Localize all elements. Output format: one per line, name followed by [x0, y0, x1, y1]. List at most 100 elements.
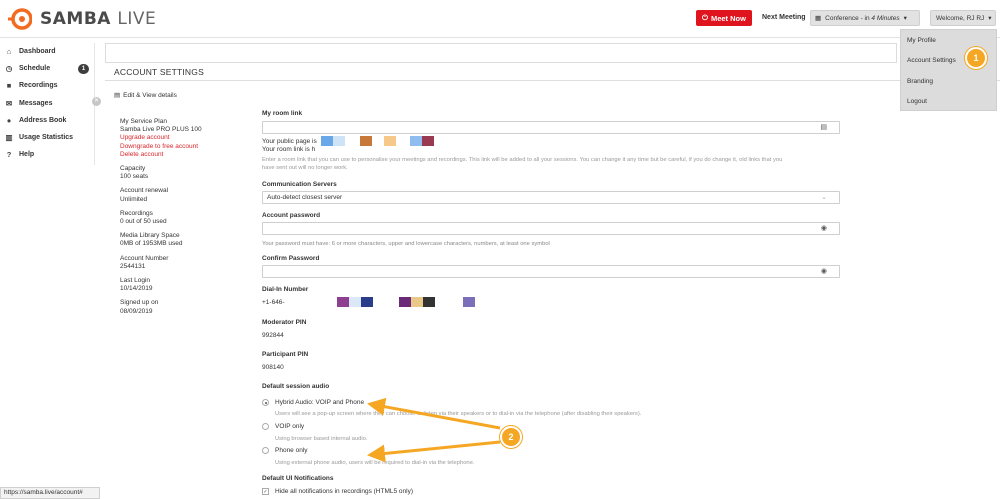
- redaction-swatch: [321, 136, 333, 146]
- signed-up-label: Signed up on: [120, 299, 159, 307]
- power-icon: ⏻: [702, 13, 708, 22]
- sidebar-item-label: Recordings: [19, 82, 58, 90]
- moderator-pin-value: 992844: [262, 332, 284, 339]
- radio-button[interactable]: [262, 399, 269, 406]
- top-bar: SAMBA LIVE ⏻ Meet Now Next Meeting ▦ Con…: [0, 0, 1000, 38]
- hide-notifications-label: Hide all notifications in recordings (HT…: [275, 488, 414, 495]
- clock-icon: ◷: [5, 64, 13, 74]
- settings-grid-icon: ▤: [114, 92, 121, 99]
- room-link-label: My room link: [262, 110, 303, 117]
- meet-now-label: Meet Now: [710, 13, 746, 23]
- room-link-help-line-1: Enter a room link that you can use to pe…: [262, 157, 783, 163]
- redaction-swatch: [349, 297, 361, 307]
- comm-servers-select[interactable]: Auto-detect closest server ⌄: [262, 191, 840, 204]
- checkbox[interactable]: ✓: [262, 488, 269, 495]
- service-plan-value: Samba Live PRO PLUS 100: [120, 126, 202, 134]
- room-link-text: Your room link is h: [262, 146, 316, 153]
- status-bar-url: https://samba.live/account#: [0, 487, 100, 499]
- dialin-label: Dial-In Number: [262, 286, 309, 293]
- audio-option-hybrid[interactable]: Hybrid Audio: VOIP and Phone: [262, 399, 364, 406]
- capacity-label: Capacity: [120, 165, 146, 173]
- comm-servers-label: Communication Servers: [262, 181, 337, 188]
- confirm-password-input[interactable]: ◉: [262, 265, 840, 278]
- room-link-help-line-2: have sent out will no longer work.: [262, 165, 348, 171]
- redaction-swatch: [384, 136, 396, 146]
- redaction-swatch: [411, 297, 423, 307]
- redaction-swatch: [422, 136, 434, 146]
- audio-option-help: Using browser based internal audio.: [275, 436, 368, 442]
- dialin-value: +1-646-: [262, 299, 285, 306]
- home-icon: ⌂: [6, 47, 12, 57]
- video-camera-icon: ■: [6, 81, 12, 91]
- room-link-input[interactable]: ▤: [262, 121, 840, 134]
- logo-mark-icon: [8, 7, 33, 31]
- audio-option-phone[interactable]: Phone only: [262, 447, 308, 454]
- sidebar-item-messages[interactable]: ✉ Messages: [0, 95, 94, 112]
- hide-notifications-checkbox-row[interactable]: ✓ Hide all notifications in recordings (…: [262, 488, 413, 495]
- account-renewal-label: Account renewal: [120, 187, 169, 195]
- eye-icon[interactable]: ◉: [821, 267, 827, 275]
- redaction-swatch: [410, 136, 422, 146]
- participant-pin-value: 908140: [262, 364, 284, 371]
- conference-text: Conference - in 4 Minutes: [825, 15, 899, 22]
- account-renewal-value: Unlimited: [120, 195, 148, 203]
- upgrade-account-link[interactable]: Upgrade account: [120, 134, 250, 142]
- delete-account-link[interactable]: Delete account: [120, 151, 250, 159]
- menu-item-logout[interactable]: Logout: [901, 92, 996, 113]
- schedule-count-badge: 1: [78, 64, 89, 75]
- question-icon: ?: [6, 150, 12, 160]
- sidebar-item-address-book[interactable]: ● Address Book: [0, 112, 94, 129]
- last-login-label: Last Login: [120, 277, 150, 285]
- sidebar-item-dashboard[interactable]: ⌂ Dashboard: [0, 43, 94, 60]
- calendar-icon: ▦: [815, 15, 822, 22]
- radio-button[interactable]: [262, 447, 269, 454]
- next-meeting-label: Next Meeting: [762, 14, 806, 21]
- audio-option-voip[interactable]: VOIP only: [262, 423, 304, 430]
- audio-option-help: Using external phone audio, users will b…: [275, 460, 475, 466]
- meet-now-button[interactable]: ⏻ Meet Now: [696, 10, 752, 26]
- audio-option-label: Hybrid Audio: VOIP and Phone: [275, 399, 365, 406]
- room-link-help: Enter a room link that you can use to pe…: [262, 156, 842, 172]
- sidebar-item-label: Messages: [19, 99, 53, 107]
- content-top-bar: [105, 43, 897, 63]
- sidebar-item-label: Help: [19, 151, 35, 159]
- divider: [105, 80, 1000, 81]
- downgrade-account-link[interactable]: Downgrade to free account: [120, 143, 250, 151]
- redaction-swatch: [463, 297, 475, 307]
- redaction-swatch: [333, 136, 345, 146]
- audio-option-label: Phone only: [275, 447, 308, 454]
- redaction-swatch: [361, 297, 373, 307]
- profile-dropdown-menu: My Profile Account Settings Branding Log…: [900, 29, 997, 111]
- bar-chart-icon: ▥: [5, 133, 13, 143]
- sidebar-item-recordings[interactable]: ■ Recordings: [0, 77, 94, 94]
- media-library-label: Media Library Space: [120, 232, 180, 240]
- collapse-sidebar-icon[interactable]: ✕: [92, 97, 101, 106]
- conference-time: 4 Minutes: [871, 14, 900, 22]
- sidebar-item-label: Address Book: [19, 116, 67, 124]
- radio-button[interactable]: [262, 423, 269, 430]
- welcome-user-dropdown[interactable]: Welcome, RJ RJ ▾: [930, 10, 996, 26]
- edit-view-label: Edit & View details: [123, 91, 177, 99]
- logo-text: SAMBA LIVE: [40, 9, 156, 29]
- edit-view-details-tab[interactable]: ▤ Edit & View details: [114, 91, 177, 100]
- next-meeting-dropdown[interactable]: ▦ Conference - in 4 Minutes ▾: [810, 10, 920, 26]
- clipboard-icon[interactable]: ▤: [820, 123, 827, 131]
- eye-icon[interactable]: ◉: [821, 224, 827, 232]
- moderator-pin-label: Moderator PIN: [262, 319, 307, 326]
- comm-servers-value: Auto-detect closest server: [267, 194, 343, 201]
- last-login-value: 10/14/2019: [120, 285, 153, 293]
- menu-item-my-profile[interactable]: My Profile: [901, 30, 996, 51]
- sidebar-item-usage-statistics[interactable]: ▥ Usage Statistics: [0, 129, 94, 146]
- sidebar-item-label: Usage Statistics: [19, 134, 74, 142]
- callout-1: 1: [965, 47, 987, 69]
- logo-brand: SAMBA: [40, 9, 111, 29]
- samba-live-logo[interactable]: SAMBA LIVE: [8, 7, 156, 31]
- recordings-label: Recordings: [120, 209, 153, 217]
- confirm-password-label: Confirm Password: [262, 255, 320, 262]
- menu-item-branding[interactable]: Branding: [901, 71, 996, 92]
- sidebar-item-schedule[interactable]: ◷ Schedule 1: [0, 60, 94, 77]
- sidebar-item-help[interactable]: ? Help: [0, 146, 94, 163]
- ui-notifications-label: Default UI Notifications: [262, 475, 334, 482]
- account-password-input[interactable]: ◉: [262, 222, 840, 235]
- account-number-label: Account Number: [120, 254, 169, 262]
